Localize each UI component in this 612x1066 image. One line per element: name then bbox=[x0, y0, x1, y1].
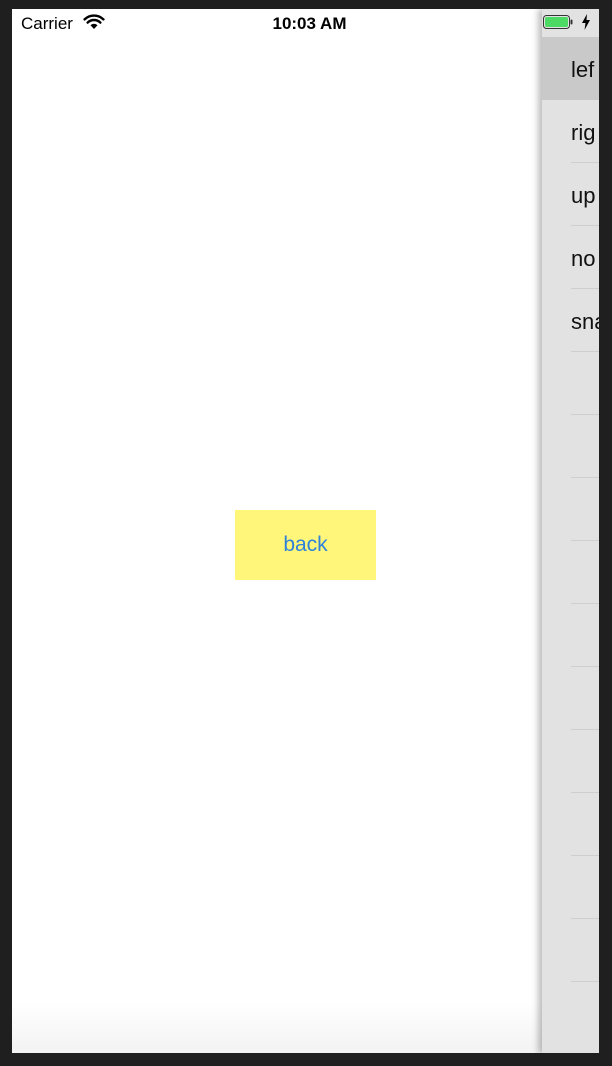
menu-item-label: no bbox=[571, 246, 596, 271]
menu-item-empty bbox=[571, 415, 599, 478]
menu-item-right[interactable]: rig bbox=[571, 100, 599, 163]
status-time: 10:03 AM bbox=[272, 14, 347, 33]
battery-icon bbox=[543, 15, 573, 29]
status-bar: Carrier 10:03 AM bbox=[12, 9, 599, 37]
menu-item-empty bbox=[571, 352, 599, 415]
charging-bolt-icon bbox=[582, 14, 590, 30]
menu-item-label: lef bbox=[571, 57, 595, 82]
menu-item-label: up bbox=[571, 183, 596, 208]
menu-item-empty bbox=[571, 919, 599, 982]
menu-item-empty bbox=[571, 604, 599, 667]
menu-item-label: rig bbox=[571, 120, 596, 145]
back-button[interactable]: back bbox=[235, 510, 376, 580]
drawer-menu-list: lef rig up no sna bbox=[542, 37, 599, 982]
side-drawer: lef rig up no sna bbox=[542, 9, 599, 1053]
menu-item-no[interactable]: no bbox=[571, 226, 599, 289]
menu-item-left[interactable]: lef bbox=[542, 37, 599, 100]
menu-item-label: sna bbox=[571, 309, 599, 334]
menu-item-up[interactable]: up bbox=[571, 163, 599, 226]
menu-item-empty bbox=[571, 541, 599, 604]
phone-screen: back lef rig up no sna Carrier 1 bbox=[12, 9, 599, 1053]
menu-item-empty bbox=[571, 478, 599, 541]
menu-item-snap[interactable]: sna bbox=[571, 289, 599, 352]
menu-item-empty bbox=[571, 856, 599, 919]
main-content: back bbox=[12, 9, 542, 1053]
menu-item-empty bbox=[571, 730, 599, 793]
menu-item-empty bbox=[571, 793, 599, 856]
menu-item-empty bbox=[571, 667, 599, 730]
